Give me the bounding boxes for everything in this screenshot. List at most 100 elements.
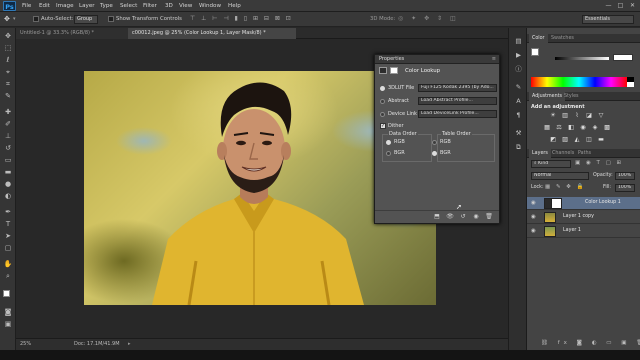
healing-brush-tool-icon[interactable]: ✚ (3, 108, 13, 117)
color-foreground-swatch[interactable] (531, 48, 539, 56)
brightness-icon[interactable]: ☀ (549, 112, 557, 120)
device-link-radio[interactable] (380, 112, 385, 117)
rectangle-tool-icon[interactable]: ▢ (3, 244, 13, 253)
blend-mode-dropdown[interactable]: Normal (531, 172, 589, 180)
dodge-tool-icon[interactable]: ◐ (3, 192, 13, 201)
status-arrow-icon[interactable]: ▸ (128, 341, 131, 347)
tab-untitled[interactable]: Untitled-1 @ 33.3% (RGB/8) * (16, 28, 128, 39)
tab-styles[interactable]: Styles (561, 92, 582, 101)
menu-view[interactable]: View (179, 3, 192, 9)
tab-paths[interactable]: Paths (575, 149, 594, 158)
lasso-tool-icon[interactable]: ℓ (3, 56, 13, 65)
posterize-icon[interactable]: ▨ (561, 136, 569, 144)
eye-icon[interactable]: ◉ (531, 228, 536, 234)
levels-icon[interactable]: ▥ (561, 112, 569, 120)
color-value-field[interactable] (613, 54, 633, 61)
menu-file[interactable]: File (22, 3, 31, 9)
eye-icon[interactable]: ◉ (531, 200, 536, 206)
crop-tool-icon[interactable]: ⌗ (3, 80, 13, 89)
auto-select-dropdown[interactable]: Group (74, 15, 98, 24)
hand-tool-icon[interactable]: ✋ (3, 260, 13, 269)
tab-adjustments[interactable]: Adjustments (529, 92, 566, 101)
move-tool-icon[interactable]: ✥ (3, 32, 13, 41)
close-window-button[interactable]: ✕ (628, 2, 637, 9)
table-order-bgr-radio[interactable] (432, 151, 437, 156)
abstract-radio[interactable] (380, 99, 385, 104)
quick-mask-icon[interactable]: ◙ (3, 308, 13, 317)
brush-presets-icon[interactable]: ✎ (513, 82, 524, 92)
move-tool-icon[interactable]: ✥ (4, 15, 10, 23)
lut-file-dropdown[interactable]: Fuji F125 Kodak 2395 (by Ado... (418, 84, 497, 92)
delete-icon[interactable]: 🗑 (485, 213, 493, 221)
photo-filter-icon[interactable]: ◉ (579, 124, 587, 132)
history-brush-tool-icon[interactable]: ↺ (3, 144, 13, 153)
layer-name[interactable]: Layer 1 (563, 228, 581, 233)
3d-tool-icons[interactable]: ◎ ✦ ✥ ⇕ ◫ (398, 15, 459, 22)
eraser-tool-icon[interactable]: ▭ (3, 156, 13, 165)
zoom-level[interactable]: 25% (20, 341, 31, 347)
tab-color[interactable]: Color (529, 34, 548, 43)
chevron-down-icon[interactable]: ▾ (13, 16, 16, 22)
marquee-tool-icon[interactable]: ⬚ (3, 44, 13, 53)
zoom-tool-icon[interactable]: ⌕ (3, 272, 13, 281)
hue-saturation-icon[interactable]: ▦ (543, 124, 551, 132)
selective-color-icon[interactable]: ◫ (585, 136, 593, 144)
menu-help[interactable]: Help (228, 3, 241, 9)
layer-row-color-lookup[interactable]: ◉ Color Lookup 1 (527, 197, 640, 210)
workspace-dropdown[interactable]: Essentials (582, 15, 634, 24)
brush-tool-icon[interactable]: ✐ (3, 120, 13, 129)
menu-select[interactable]: Select (120, 3, 137, 9)
layer-row-layer-1[interactable]: ◉ Layer 1 (527, 225, 640, 238)
tab-active-document[interactable]: c00012.jpeg @ 25% (Color Lookup 1, Layer… (128, 28, 296, 39)
clone-stamp-tool-icon[interactable]: ⊥ (3, 132, 13, 141)
spectrum-white[interactable] (627, 82, 634, 87)
info-icon[interactable]: ⓘ (513, 64, 524, 74)
lock-icons[interactable]: ▦ ✎ ✥ 🔒 (545, 184, 586, 190)
blur-tool-icon[interactable]: ● (3, 180, 13, 189)
tool-presets-icon[interactable]: ⚒ (513, 128, 524, 138)
history-icon[interactable]: ▤ (513, 36, 524, 46)
paragraph-icon[interactable]: ¶ (513, 110, 524, 120)
dither-checkbox[interactable]: ✓ (380, 123, 386, 129)
menu-image[interactable]: Image (56, 3, 74, 9)
auto-select-checkbox[interactable] (33, 16, 39, 22)
color-lookup-icon[interactable]: ▩ (603, 124, 611, 132)
invert-icon[interactable]: ◩ (549, 136, 557, 144)
fill-field[interactable]: 100% (615, 184, 635, 192)
clip-to-layer-icon[interactable]: ⬒ (433, 213, 441, 221)
filter-kind-dropdown[interactable]: ⌕ Kind (531, 160, 571, 168)
clone-source-icon[interactable]: ⧉ (513, 142, 524, 152)
gradient-map-icon[interactable]: ▬ (597, 136, 605, 144)
tab-layers[interactable]: Layers (529, 149, 551, 158)
quick-select-tool-icon[interactable]: ⌖ (3, 68, 13, 77)
menu-edit[interactable]: Edit (39, 3, 50, 9)
data-order-rgb-radio[interactable] (386, 140, 391, 145)
layers-footer-icons[interactable]: ⛓ fx ◙ ◐ ▭ ▣ 🗑 (541, 340, 640, 346)
actions-icon[interactable]: ▶ (513, 50, 524, 60)
channel-mixer-icon[interactable]: ◈ (591, 124, 599, 132)
mask-thumbnail[interactable] (551, 198, 562, 209)
menu-filter[interactable]: Filter (143, 3, 157, 9)
menu-window[interactable]: Window (199, 3, 221, 9)
device-link-dropdown[interactable]: Load DeviceLink Profile... (418, 110, 497, 118)
black-white-icon[interactable]: ◧ (567, 124, 575, 132)
lut-file-radio[interactable] (380, 86, 385, 91)
color-balance-icon[interactable]: ⚖ (555, 124, 563, 132)
maximize-button[interactable]: □ (616, 2, 625, 9)
align-icons[interactable]: ⊤ ⊥ ⊢ ⊣ ▮ ▯ ⊞ ⊟ ⊠ ⊡ (190, 15, 293, 22)
menu-type[interactable]: Type (100, 3, 113, 9)
exposure-icon[interactable]: ◪ (585, 112, 593, 120)
layer-filter-icons[interactable]: ▣ ◉ T ▢ ⊞ (575, 160, 623, 166)
opacity-field[interactable]: 100% (615, 172, 635, 180)
vibrance-icon[interactable]: ▽ (597, 112, 605, 120)
character-icon[interactable]: A (513, 96, 524, 106)
screen-mode-icon[interactable]: ▣ (3, 320, 13, 329)
layer-row-layer-1-copy[interactable]: ◉ Layer 1 copy (527, 211, 640, 224)
menu-3d[interactable]: 3D (165, 3, 173, 9)
type-tool-icon[interactable]: T (3, 220, 13, 229)
reset-icon[interactable]: ↺ (459, 213, 467, 221)
abstract-dropdown[interactable]: Load Abstract Profile... (418, 97, 497, 105)
layer-name[interactable]: Layer 1 copy (563, 214, 594, 219)
tab-swatches[interactable]: Swatches (548, 34, 577, 43)
view-previous-icon[interactable]: 👁 (446, 213, 454, 221)
